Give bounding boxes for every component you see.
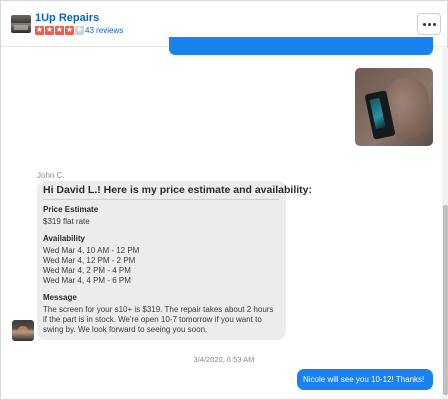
- price-value: $319 flat rate: [43, 217, 90, 226]
- conversation-window: 1Up Repairs 43 reviews John C. Hi David …: [0, 0, 448, 400]
- star-icon: [55, 24, 64, 36]
- message-line: swing by. We look forward to seeing you …: [43, 325, 208, 334]
- message-line: The screen for your s10+ is $319. The re…: [43, 305, 274, 314]
- business-name-link[interactable]: 1Up Repairs: [35, 12, 99, 24]
- sender-name: John C.: [37, 171, 65, 180]
- star-rating: [35, 24, 84, 36]
- quote-heading: Hi David L.! Here is my price estimate a…: [43, 184, 313, 196]
- more-options-button[interactable]: [417, 13, 441, 35]
- scrollbar-thumb[interactable]: [443, 205, 448, 395]
- star-icon: [45, 24, 54, 36]
- availability-slot: Wed Mar 4, 10 AM - 12 PM: [43, 246, 140, 255]
- availability-label: Availability: [43, 234, 85, 243]
- divider: [43, 199, 279, 200]
- sent-message-bubble: [169, 37, 433, 55]
- star-icon: [35, 24, 44, 36]
- business-photo[interactable]: [11, 15, 31, 33]
- ellipsis-icon: [423, 23, 426, 26]
- availability-slot: Wed Mar 4, 4 PM - 6 PM: [43, 276, 131, 285]
- star-icon: [65, 24, 74, 36]
- sent-photo[interactable]: [355, 68, 433, 146]
- sent-reply-text: Nicole will see you 10-12! Thanks!: [303, 375, 425, 384]
- message-timestamp: 3/4/2020, 6:53 AM: [193, 355, 255, 364]
- ellipsis-icon: [428, 23, 431, 26]
- reviews-link[interactable]: 43 reviews: [85, 26, 123, 36]
- message-line: if the part is in stock. We're open 10-7…: [43, 315, 262, 324]
- message-label: Message: [43, 293, 77, 302]
- availability-slot: Wed Mar 4, 2 PM - 4 PM: [43, 266, 131, 275]
- sender-avatar[interactable]: [12, 320, 34, 341]
- availability-slot: Wed Mar 4, 12 PM - 2 PM: [43, 256, 136, 265]
- sent-reply-bubble: Nicole will see you 10-12! Thanks!: [297, 369, 433, 390]
- price-label: Price Estimate: [43, 205, 99, 214]
- ellipsis-icon: [433, 23, 436, 26]
- star-empty-icon: [75, 24, 84, 36]
- quote-card: Hi David L.! Here is my price estimate a…: [37, 181, 312, 340]
